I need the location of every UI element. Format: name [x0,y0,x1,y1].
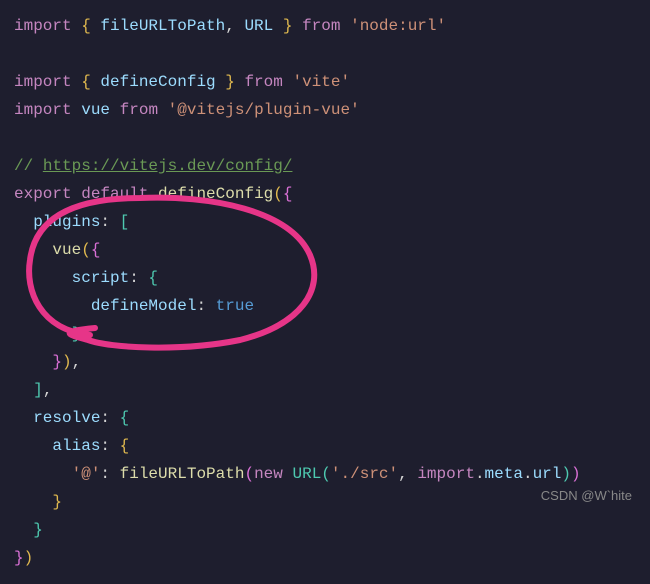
code-line: plugins: [ [14,208,648,236]
code-line: } [14,320,648,348]
code-line [14,124,648,152]
code-line: defineModel: true [14,292,648,320]
code-line: import vue from '@vitejs/plugin-vue' [14,96,648,124]
watermark: CSDN @W`hite [541,485,632,508]
code-line: vue({ [14,236,648,264]
code-line: script: { [14,264,648,292]
code-line: ], [14,376,648,404]
code-line: '@': fileURLToPath(new URL('./src', impo… [14,460,648,488]
code-line: }) [14,544,648,572]
code-line: export default defineConfig({ [14,180,648,208]
code-line: import { defineConfig } from 'vite' [14,68,648,96]
code-line: }), [14,348,648,376]
code-line: import { fileURLToPath, URL } from 'node… [14,12,648,40]
code-line [14,40,648,68]
code-line: } [14,516,648,544]
code-line: resolve: { [14,404,648,432]
code-line: alias: { [14,432,648,460]
code-line: // https://vitejs.dev/config/ [14,152,648,180]
